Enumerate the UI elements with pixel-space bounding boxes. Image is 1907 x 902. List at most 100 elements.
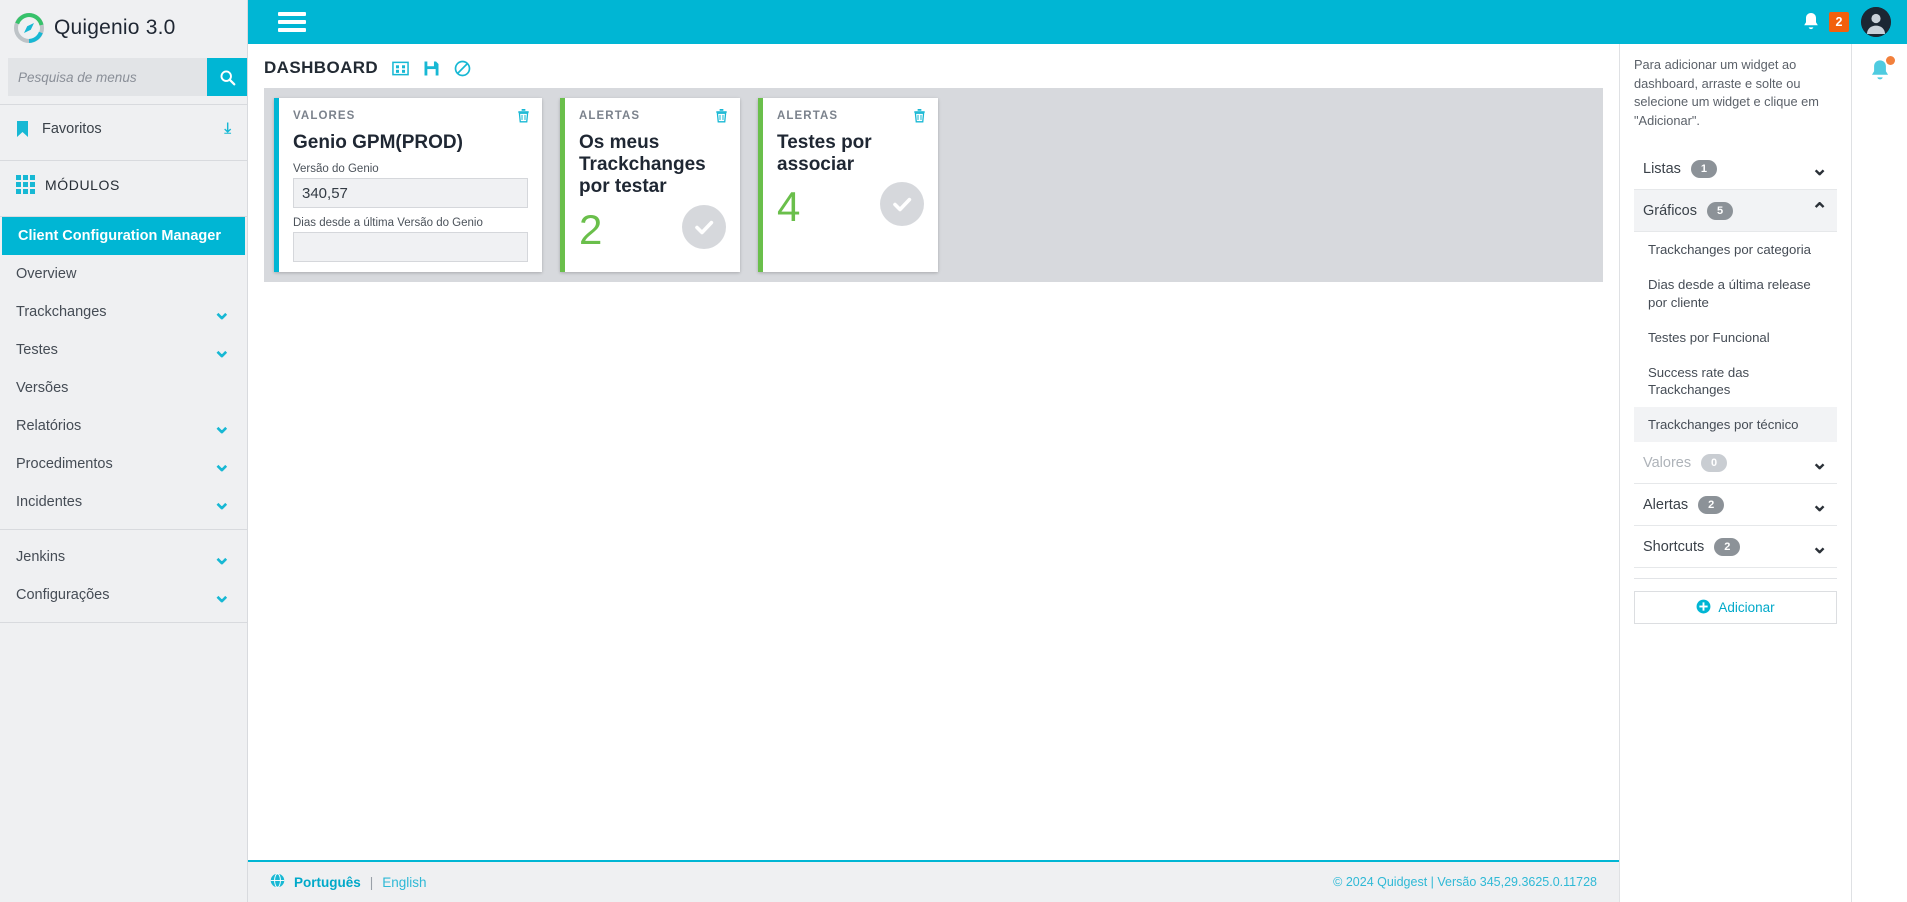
widget-card[interactable]: ALERTAS Testes por associar 4 <box>758 98 938 273</box>
widget-group-label: Listas <box>1643 160 1681 177</box>
sidebar-item-label: Incidentes <box>16 494 83 510</box>
widget-group-label: Valores <box>1643 454 1692 471</box>
brand[interactable]: Quigenio 3.0 <box>0 0 247 56</box>
sidebar-item-configuracoes[interactable]: Configurações ⌄ <box>0 576 247 614</box>
widget-group-listas[interactable]: Listas 1 ⌄ <box>1634 148 1837 191</box>
hamburger-icon[interactable] <box>278 12 306 32</box>
widget-group-count: 2 <box>1698 495 1725 514</box>
sidebar-item-trackchanges[interactable]: Trackchanges ⌄ <box>0 293 247 331</box>
search-icon <box>220 70 235 85</box>
sidebar-item-relatorios[interactable]: Relatórios ⌄ <box>0 407 247 445</box>
language-portuguese[interactable]: Português <box>294 875 361 890</box>
search-input[interactable] <box>8 58 207 96</box>
widget-alert-body: 2 <box>579 204 726 253</box>
grid-icon <box>16 175 35 194</box>
widget-item-trackchanges-por-categoria[interactable]: Trackchanges por categoria <box>1634 232 1837 267</box>
widget-group-graficos[interactable]: Gráficos 5 ⌃ <box>1634 190 1837 233</box>
widget-group-valores[interactable]: Valores 0 ⌄ <box>1634 442 1837 485</box>
brand-title: Quigenio 3.0 <box>54 16 176 39</box>
widget-title: Testes por associar <box>777 132 872 176</box>
chevron-down-icon[interactable]: ⌄ <box>213 546 231 568</box>
widget-alert-count: 2 <box>579 205 603 253</box>
bookmark-icon <box>16 120 42 138</box>
left-sidebar: Quigenio 3.0 Favoritos ⤓ <box>0 0 248 902</box>
main-area: 2 DASHBOARD VALORES Genio GPM(PROD) Vers… <box>248 0 1907 902</box>
divider <box>0 529 247 530</box>
chevron-down-icon[interactable]: ⌄ <box>213 415 231 437</box>
bell-icon[interactable] <box>1801 11 1821 33</box>
sidebar-item-incidentes[interactable]: Incidentes ⌄ <box>0 483 247 521</box>
widget-group-count: 1 <box>1690 159 1717 178</box>
chevron-down-icon[interactable]: ⌄ <box>213 584 231 606</box>
chevron-down-icon[interactable]: ⌄ <box>1811 159 1828 179</box>
notification-badge[interactable]: 2 <box>1829 12 1849 32</box>
sidebar-item-label: Testes <box>16 342 58 358</box>
chevron-down-icon[interactable]: ⌄ <box>1811 453 1828 473</box>
widget-picker-panel: Para adicionar um widget ao dashboard, a… <box>1619 44 1851 902</box>
widget-item-trackchanges-por-tecnico[interactable]: Trackchanges por técnico <box>1634 407 1837 443</box>
widget-group-label: Shortcuts <box>1643 538 1705 555</box>
page-header: DASHBOARD <box>248 44 1619 88</box>
widget-item-success-rate-das-trackchanges[interactable]: Success rate das Trackchanges <box>1634 355 1837 407</box>
sidebar-item-label: Relatórios <box>16 418 82 434</box>
sidebar-item-label: Versões <box>16 380 69 396</box>
widget-group-count: 0 <box>1701 453 1728 472</box>
widget-title: Genio GPM(PROD) <box>293 132 463 153</box>
trash-icon[interactable] <box>913 108 926 128</box>
widget-picker-help: Para adicionar um widget ao dashboard, a… <box>1634 57 1819 128</box>
widget-card[interactable]: VALORES Genio GPM(PROD) Versão do Genio 340… <box>274 98 542 273</box>
widget-item-testes-por-funcional[interactable]: Testes por Funcional <box>1634 320 1837 355</box>
chevron-up-icon[interactable]: ⌃ <box>1811 201 1828 221</box>
widget-item-dias-desde-a-ultima-release-por-cliente[interactable]: Dias desde a última release por cliente <box>1634 267 1837 319</box>
sidebar-item-label: Overview <box>16 266 77 282</box>
sidebar-item-label: Jenkins <box>16 549 66 565</box>
chevron-down-icon[interactable]: ⌄ <box>213 339 231 361</box>
sidebar-modules-header: MÓDULOS <box>0 161 247 208</box>
add-widget-button[interactable]: Adicionar <box>1634 591 1837 625</box>
widget-alert-body: 4 <box>777 182 924 228</box>
chevron-down-icon[interactable]: ⌄ <box>1811 537 1828 557</box>
globe-icon <box>270 873 285 891</box>
sidebar-item-client-configuration-manager[interactable]: Client Configuration Manager <box>2 217 245 255</box>
dashboard-canvas: DASHBOARD VALORES Genio GPM(PROD) Versão… <box>248 44 1619 902</box>
sidebar-item-favoritos[interactable]: Favoritos ⤓ <box>0 105 247 152</box>
sidebar-item-procedimentos[interactable]: Procedimentos ⌄ <box>0 445 247 483</box>
user-avatar-icon[interactable] <box>1861 7 1891 37</box>
sidebar-menu-list-bottom: Jenkins ⌄ Configurações ⌄ <box>0 538 247 614</box>
sidebar-item-jenkins[interactable]: Jenkins ⌄ <box>0 538 247 576</box>
sidebar-item-label: Favoritos <box>42 120 102 137</box>
trash-icon[interactable] <box>517 108 530 128</box>
trash-icon[interactable] <box>715 108 728 128</box>
widget-group-alertas[interactable]: Alertas 2 ⌄ <box>1634 484 1837 527</box>
widget-field-value[interactable]: 340,57 <box>293 178 528 209</box>
search-button[interactable] <box>207 58 247 96</box>
widget-field-label: Versão do Genio <box>293 163 379 176</box>
widget-field-value[interactable] <box>293 232 528 263</box>
content-area: DASHBOARD VALORES Genio GPM(PROD) Versão… <box>248 44 1907 902</box>
widget-kicker: VALORES <box>293 110 356 122</box>
widgets-layout-icon[interactable] <box>392 60 409 77</box>
sidebar-item-label: Procedimentos <box>16 456 113 472</box>
sidebar-item-overview[interactable]: Overview <box>0 255 247 293</box>
bell-notification-icon[interactable] <box>1868 56 1895 89</box>
copyright-text: © 2024 Quidgest | Versão 345,29.3625.0.1… <box>1333 875 1597 889</box>
chevron-down-icon[interactable]: ⌄ <box>213 453 231 475</box>
plus-circle-icon <box>1696 599 1711 617</box>
chevron-down-icon[interactable]: ⌄ <box>1811 495 1828 515</box>
sidebar-item-versoes[interactable]: Versões <box>0 369 247 407</box>
cancel-icon[interactable] <box>454 60 471 77</box>
widget-group-shortcuts[interactable]: Shortcuts 2 ⌄ <box>1634 526 1837 569</box>
chevron-down-icon[interactable]: ⌄ <box>213 301 231 323</box>
sidebar-item-label: Configurações <box>16 587 110 603</box>
chevron-down-icon[interactable]: ⤓ <box>224 121 231 136</box>
widget-card[interactable]: ALERTAS Os meus Trackchanges por testar 2 <box>560 98 740 273</box>
widget-kicker: ALERTAS <box>579 110 641 122</box>
save-icon[interactable] <box>423 60 440 77</box>
sidebar-item-testes[interactable]: Testes ⌄ <box>0 331 247 369</box>
sidebar-menu-list: Overview Trackchanges ⌄ Testes ⌄ Versões Relat… <box>0 255 247 521</box>
widget-strip: VALORES Genio GPM(PROD) Versão do Genio 340… <box>264 88 1603 283</box>
language-english[interactable]: English <box>382 875 426 890</box>
page-title: DASHBOARD <box>264 58 379 77</box>
chevron-down-icon[interactable]: ⌄ <box>213 491 231 513</box>
notification-dot <box>1885 56 1895 65</box>
